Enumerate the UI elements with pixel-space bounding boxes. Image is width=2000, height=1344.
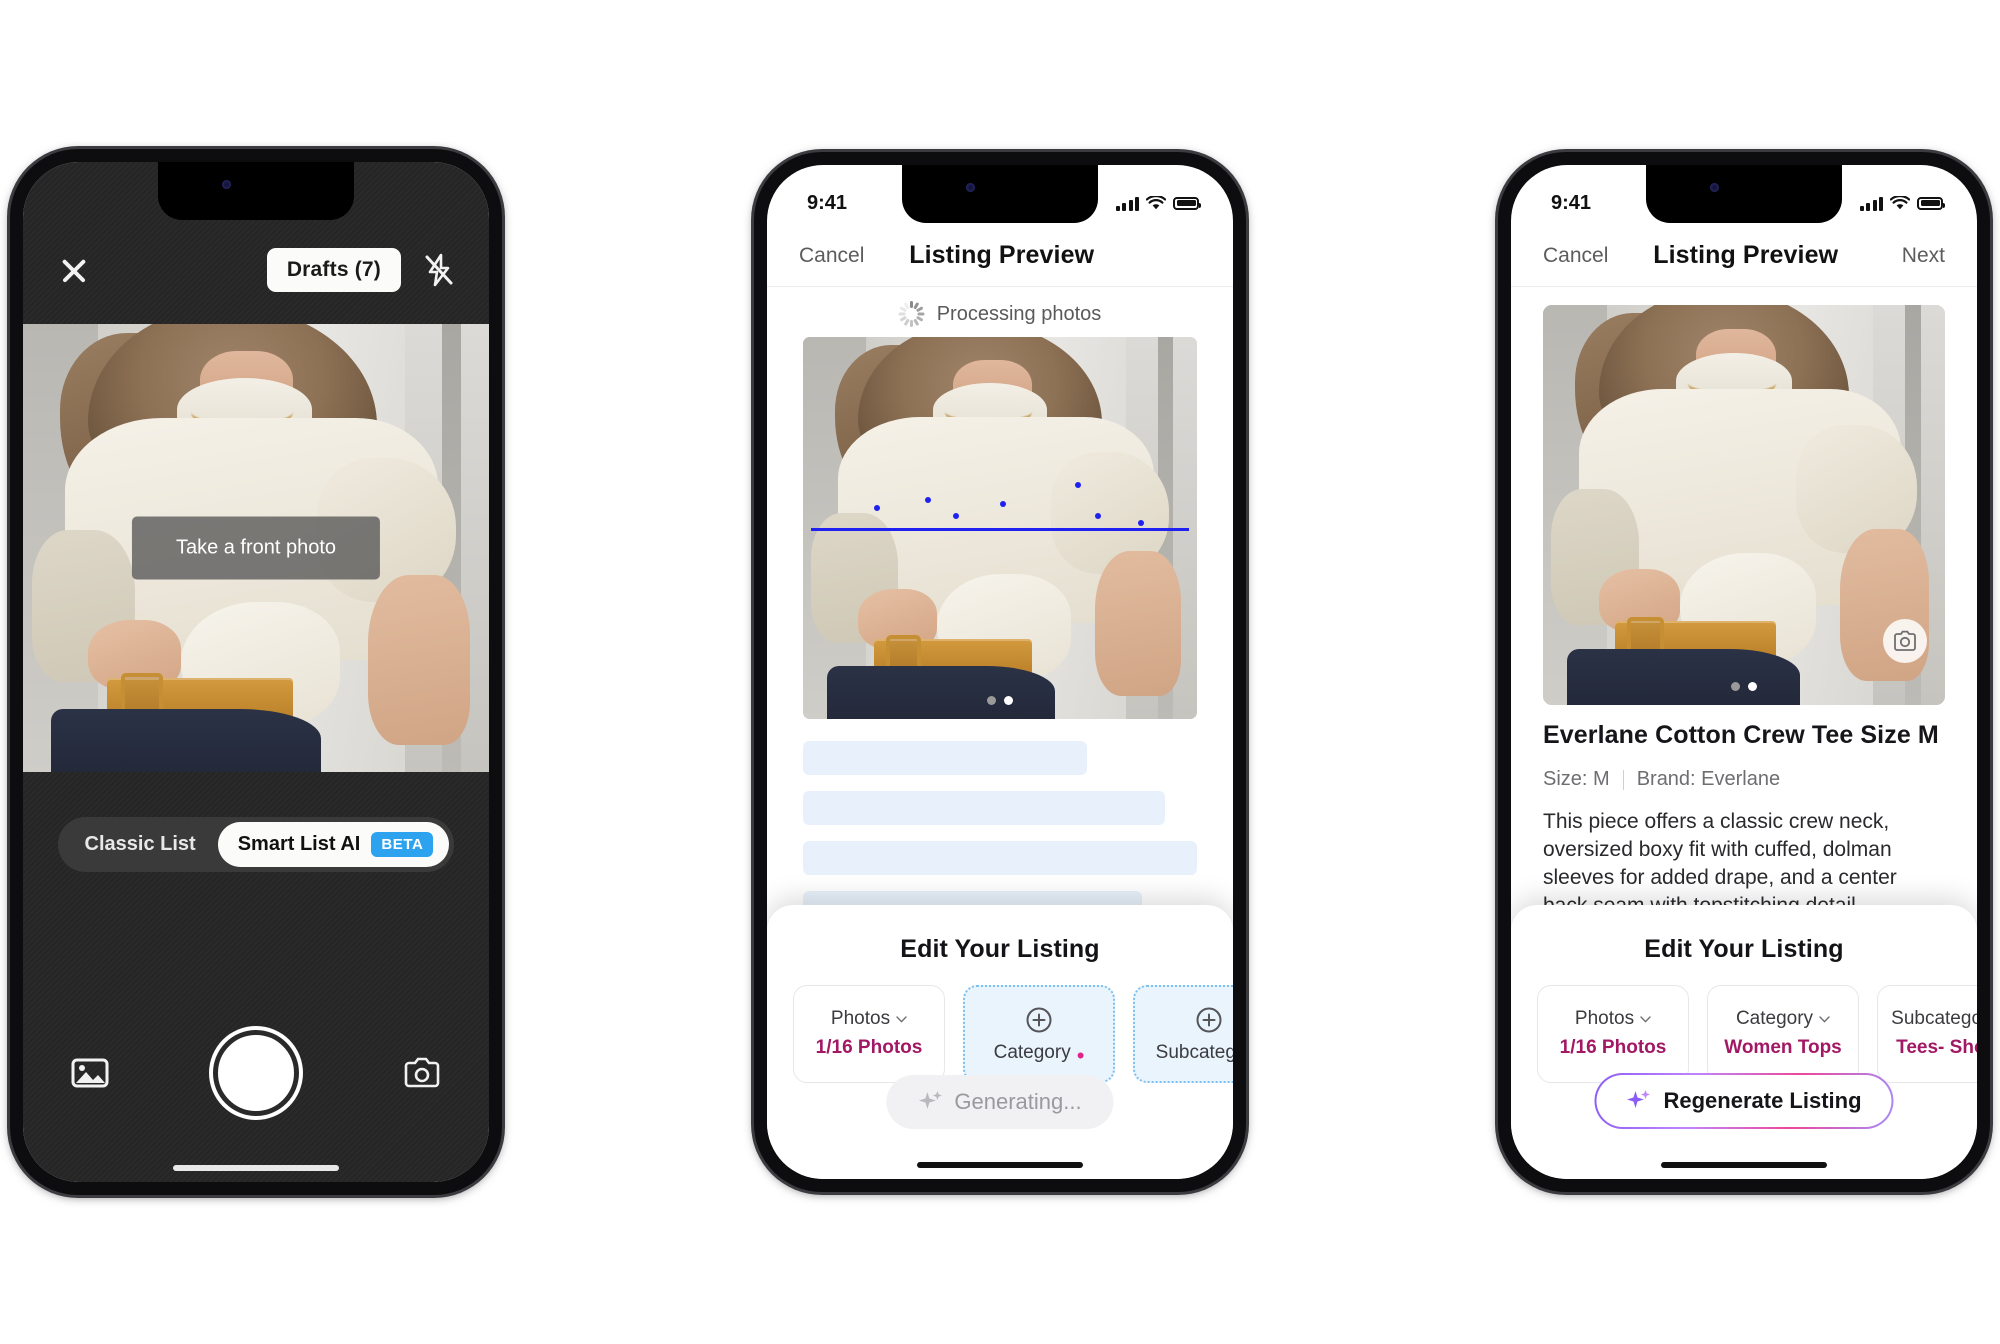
phone-1-screen: Take a front photo Drafts (7) Classic Li… xyxy=(23,162,489,1182)
drafts-button[interactable]: Drafts (7) xyxy=(266,248,401,292)
chip-photos[interactable]: Photos 1/16 Photos xyxy=(793,985,945,1083)
phone-notch xyxy=(158,162,354,220)
camera-top-bar: Drafts (7) xyxy=(23,234,489,306)
skeleton-line xyxy=(803,841,1197,875)
chip-category[interactable]: Category • xyxy=(963,985,1115,1083)
skeleton-line xyxy=(803,791,1166,825)
carousel-dots[interactable] xyxy=(987,696,1013,705)
carousel-dots[interactable] xyxy=(1731,682,1757,691)
flash-off-icon[interactable] xyxy=(423,253,455,287)
sparkle-icon xyxy=(1626,1090,1650,1108)
mode-smart-label: Smart List AI xyxy=(237,833,361,855)
regenerate-label: Regenerate Listing xyxy=(1663,1088,1862,1113)
generating-button: Generating... xyxy=(886,1075,1114,1129)
chip-subcategory[interactable]: Subcategory xyxy=(1133,985,1233,1083)
three-phone-screenshot-row: Take a front photo Drafts (7) Classic Li… xyxy=(0,0,2000,1344)
sheet-title: Edit Your Listing xyxy=(900,935,1100,963)
listing-title: Everlane Cotton Crew Tee Size M xyxy=(1543,721,1939,749)
cellular-signal-icon xyxy=(1115,196,1139,211)
chip-category-value: Women Tops xyxy=(1724,1037,1842,1059)
chip-photos-value: 1/16 Photos xyxy=(1559,1037,1667,1059)
chip-subcategory[interactable]: Subcategory Tees- Short.. xyxy=(1877,985,1977,1083)
ai-detection-line xyxy=(810,528,1190,531)
regenerate-listing-button[interactable]: Regenerate Listing xyxy=(1594,1073,1893,1129)
flip-camera-icon[interactable] xyxy=(403,1056,441,1090)
attribute-chips-row[interactable]: Photos 1/16 Photos Category Women Tops S… xyxy=(1537,985,1977,1083)
chip-photos-label: Photos xyxy=(830,1008,891,1030)
wifi-icon xyxy=(1146,195,1166,211)
generating-label: Generating... xyxy=(954,1089,1082,1114)
chevron-down-icon xyxy=(1640,1015,1651,1023)
camera-prompt-pill: Take a front photo xyxy=(131,516,381,580)
sparkle-icon xyxy=(918,1091,942,1109)
chip-subcategory-value: Tees- Short.. xyxy=(1896,1037,1977,1059)
listing-brand: Brand: Everlane xyxy=(1636,768,1781,790)
close-icon[interactable] xyxy=(57,253,91,287)
home-indicator xyxy=(1661,1162,1827,1168)
chip-photos[interactable]: Photos 1/16 Photos xyxy=(1537,985,1689,1083)
photo-preview-carousel[interactable] xyxy=(1543,305,1945,705)
meta-divider xyxy=(1622,769,1624,790)
plus-circle-icon xyxy=(1194,1005,1224,1035)
sheet-title: Edit Your Listing xyxy=(1644,935,1844,963)
gallery-icon[interactable] xyxy=(71,1056,109,1090)
chip-subcategory-label: Subcategory xyxy=(1155,1041,1233,1063)
chip-photos-label: Photos xyxy=(1574,1008,1635,1030)
camera-icon[interactable] xyxy=(1883,619,1927,663)
page-title: Listing Preview xyxy=(909,241,1095,269)
listing-description: This piece offers a classic crew neck, o… xyxy=(1543,810,1897,917)
chip-photos-value: 1/16 Photos xyxy=(815,1037,923,1059)
chevron-down-icon xyxy=(896,1015,907,1023)
edit-listing-sheet: Edit Your Listing Photos 1/16 Photos Cat… xyxy=(767,905,1233,1179)
cellular-signal-icon xyxy=(1859,196,1883,211)
chip-category-label: Category xyxy=(993,1041,1071,1063)
phone-2-screen: 9:41 Cancel Listing Preview Processing p… xyxy=(767,165,1233,1179)
processing-label: Processing photos xyxy=(936,302,1102,325)
phone-notch xyxy=(1646,165,1842,223)
edit-listing-sheet: Edit Your Listing Photos 1/16 Photos Cat… xyxy=(1511,905,1977,1179)
attribute-chips-row[interactable]: Photos 1/16 Photos Category • Subcateg xyxy=(793,985,1233,1083)
chip-category-label: Category xyxy=(1735,1008,1814,1030)
listing-size: Size: M xyxy=(1543,768,1610,790)
chip-category[interactable]: Category Women Tops xyxy=(1707,985,1859,1083)
wifi-icon xyxy=(1890,195,1910,211)
cancel-button[interactable]: Cancel xyxy=(799,244,864,268)
status-time: 9:41 xyxy=(807,191,848,214)
mode-smart-list-ai[interactable]: Smart List AI BETA xyxy=(217,822,450,867)
beta-badge: BETA xyxy=(371,832,434,857)
listing-meta: Size: M Brand: Everlane xyxy=(1543,768,1945,791)
phone-1-camera: Take a front photo Drafts (7) Classic Li… xyxy=(10,149,502,1195)
status-time: 9:41 xyxy=(1551,191,1592,214)
phone-2-processing: 9:41 Cancel Listing Preview Processing p… xyxy=(754,152,1246,1192)
cancel-button[interactable]: Cancel xyxy=(1543,244,1608,268)
battery-icon xyxy=(1917,196,1945,210)
shutter-button[interactable] xyxy=(213,1030,299,1116)
chevron-down-icon xyxy=(1819,1015,1830,1023)
camera-live-preview: Take a front photo xyxy=(23,324,489,772)
mode-classic-list[interactable]: Classic List xyxy=(63,823,218,866)
home-indicator xyxy=(173,1165,339,1171)
camera-controls-bar xyxy=(23,1028,489,1118)
navigation-bar: Cancel Listing Preview Next xyxy=(1511,225,1977,287)
photo-preview-carousel[interactable] xyxy=(803,337,1197,719)
phone-3-generated: 9:41 Cancel Listing Preview Next Everlan… xyxy=(1498,152,1990,1192)
loading-spinner-icon xyxy=(898,301,925,327)
page-title: Listing Preview xyxy=(1653,241,1839,269)
next-button[interactable]: Next xyxy=(1883,244,1945,268)
processing-status: Processing photos xyxy=(767,301,1233,327)
navigation-bar: Cancel Listing Preview xyxy=(767,225,1233,287)
battery-icon xyxy=(1173,196,1201,210)
plus-circle-icon xyxy=(1024,1005,1054,1035)
list-mode-toggle[interactable]: Classic List Smart List AI BETA xyxy=(23,817,489,872)
home-indicator xyxy=(917,1162,1083,1168)
phone-notch xyxy=(902,165,1098,223)
phone-3-screen: 9:41 Cancel Listing Preview Next Everlan… xyxy=(1511,165,1977,1179)
chip-subcategory-label: Subcategory xyxy=(1891,1008,1977,1030)
skeleton-line xyxy=(803,741,1087,775)
